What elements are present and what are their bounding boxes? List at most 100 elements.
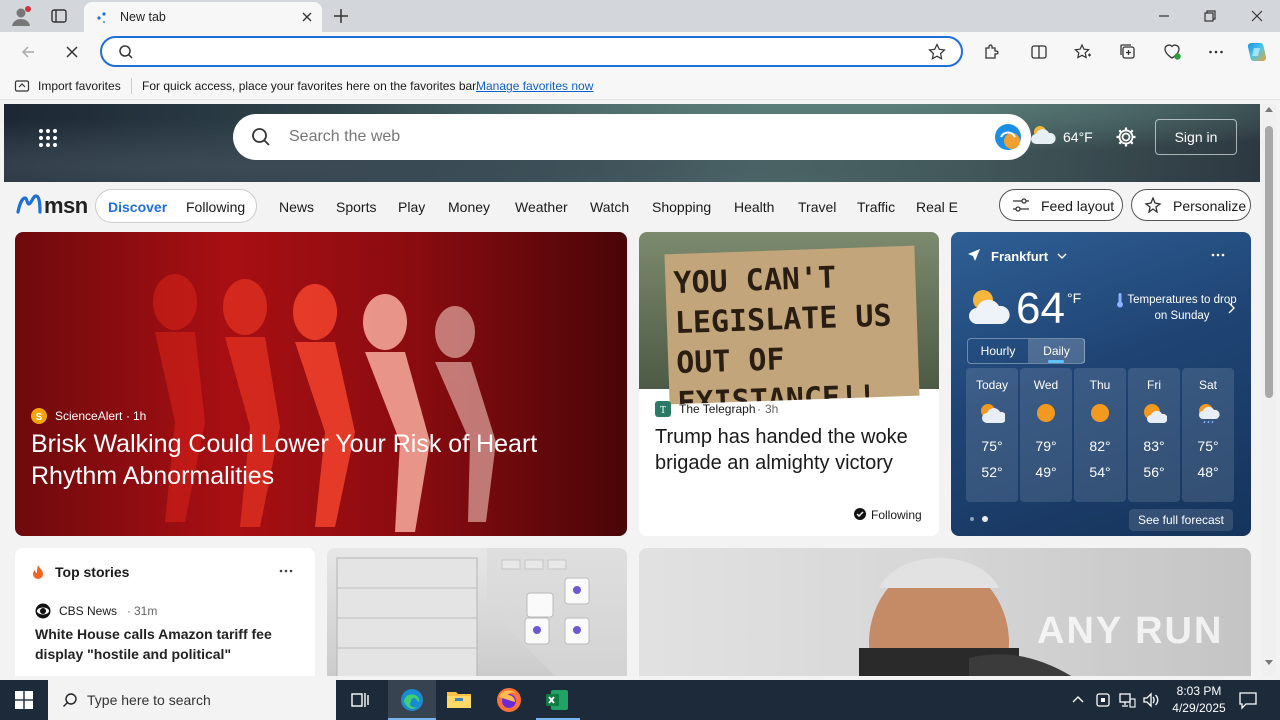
performance-icon[interactable] (1156, 36, 1188, 68)
day-label: Today (975, 378, 1009, 392)
tray-chevron-up-icon[interactable] (1071, 694, 1085, 704)
favorites-icon[interactable] (1067, 36, 1099, 68)
feature-image-card[interactable]: ANY RUN (639, 548, 1251, 676)
favorite-star-icon[interactable] (928, 43, 946, 61)
loading-icon (96, 10, 112, 26)
page-dot-1[interactable] (970, 517, 974, 521)
nav-shopping[interactable]: Shopping (652, 199, 711, 215)
close-tab-icon[interactable] (300, 10, 314, 24)
nav-weather[interactable]: Weather (515, 199, 568, 215)
profile-icon[interactable] (10, 5, 32, 27)
copilot-search-icon[interactable] (993, 122, 1023, 152)
see-full-forecast-button[interactable]: See full forecast (1129, 509, 1233, 531)
defender-icon[interactable] (1095, 691, 1111, 709)
taskbar-date[interactable]: 4/29/2025 (1165, 701, 1233, 715)
page-dot-2[interactable] (982, 516, 988, 522)
extensions-icon[interactable] (975, 36, 1007, 68)
forecast-day-thu[interactable]: Thu 82° 54° (1074, 368, 1126, 502)
nav-watch[interactable]: Watch (590, 199, 629, 215)
nav-news[interactable]: News (279, 199, 314, 215)
forecast-day-today[interactable]: Today 75° 52° (966, 368, 1018, 502)
nav-traffic[interactable]: Traffic (857, 199, 895, 215)
collections-icon[interactable] (1112, 36, 1144, 68)
nav-real-estate[interactable]: Real E (916, 199, 958, 215)
forecast-day-sat[interactable]: Sat 75° 48° (1182, 368, 1234, 502)
web-search-box[interactable]: Search the web (233, 114, 1031, 160)
minimize-icon[interactable] (1156, 9, 1172, 23)
hero-title[interactable]: Brisk Walking Could Lower Your Risk of H… (31, 428, 591, 492)
telegraph-article-card[interactable]: YOU CAN'T LEGISLATE US OUT OF EXISTANCE!… (639, 232, 939, 536)
taskbar-time[interactable]: 8:03 PM (1169, 684, 1229, 698)
weather-card[interactable]: Frankfurt 64 °F Temperatures to drop on … (951, 232, 1251, 536)
tab-actions-icon[interactable] (50, 7, 68, 25)
more-menu-icon[interactable] (1200, 36, 1232, 68)
following-label[interactable]: Following (871, 508, 922, 522)
copilot-icon[interactable] (1241, 36, 1273, 68)
high-temp: 75° (1197, 438, 1219, 454)
nav-travel[interactable]: Travel (798, 199, 836, 215)
sign-in-button[interactable]: Sign in (1155, 119, 1237, 155)
split-screen-icon[interactable] (1023, 36, 1055, 68)
partly-sunny-icon (979, 402, 1005, 424)
network-icon[interactable] (1118, 691, 1136, 709)
taskbar-search-input[interactable]: Type here to search (87, 692, 211, 708)
notifications-icon[interactable] (1238, 690, 1258, 710)
back-icon[interactable] (12, 36, 44, 68)
taskbar-search-box[interactable]: Type here to search (48, 680, 336, 720)
low-temp: 49° (1035, 464, 1057, 480)
firefox-icon[interactable] (496, 687, 522, 713)
weather-city[interactable]: Frankfurt (991, 249, 1048, 264)
volume-icon[interactable] (1142, 691, 1160, 709)
address-bar[interactable] (100, 36, 963, 67)
tab-following[interactable]: Following (186, 199, 245, 215)
import-favorites-button[interactable]: Import favorites (38, 79, 121, 93)
telegraph-title[interactable]: Trump has handed the woke brigade an alm… (655, 424, 930, 476)
restore-icon[interactable] (1202, 9, 1218, 23)
taskbar-excel-app[interactable] (536, 680, 580, 720)
nav-health[interactable]: Health (734, 199, 774, 215)
weather-unit[interactable]: °F (1067, 290, 1081, 306)
tab-discover[interactable]: Discover (108, 199, 167, 215)
settings-gear-icon[interactable] (1115, 126, 1137, 148)
new-tab-icon[interactable] (332, 7, 350, 25)
feed-layout-button[interactable]: Feed layout (999, 189, 1123, 221)
scroll-thumb[interactable] (1265, 126, 1273, 398)
close-window-icon[interactable] (1249, 9, 1265, 23)
forecast-day-fri[interactable]: Fri 83° 56° (1128, 368, 1180, 502)
city-chevron-down-icon[interactable] (1057, 252, 1067, 260)
top-story-headline[interactable]: White House calls Amazon tariff fee disp… (35, 624, 295, 664)
partly-cloudy-icon (965, 284, 1013, 328)
nav-play[interactable]: Play (398, 199, 425, 215)
forecast-day-wed[interactable]: Wed 79° 49° (1020, 368, 1072, 502)
alert-chevron-right-icon[interactable] (1227, 302, 1235, 314)
weather-more-icon[interactable] (1211, 250, 1225, 260)
start-windows-icon[interactable] (15, 691, 33, 709)
nav-sports[interactable]: Sports (336, 199, 376, 215)
taskbar-edge-app[interactable] (388, 680, 436, 720)
nav-money[interactable]: Money (448, 199, 490, 215)
page-scrollbar[interactable] (1262, 104, 1276, 676)
weather-alert[interactable]: Temperatures to drop on Sunday (1127, 292, 1237, 324)
web-search-input[interactable]: Search the web (289, 128, 400, 146)
stop-loading-icon[interactable] (56, 36, 88, 68)
tab-new-tab[interactable]: New tab (84, 2, 322, 32)
manage-favorites-link[interactable]: Manage favorites now (476, 79, 593, 93)
personalize-button[interactable]: Personalize (1131, 189, 1251, 221)
tab-hourly[interactable]: Hourly (968, 339, 1028, 363)
check-circle-icon (854, 508, 866, 520)
high-temp: 83° (1143, 438, 1165, 454)
scroll-up-icon[interactable] (1265, 106, 1273, 112)
msn-logo-icon[interactable] (16, 192, 42, 218)
apps-launcher-icon[interactable] (38, 128, 58, 148)
file-explorer-icon[interactable] (446, 688, 472, 710)
garage-image-card[interactable] (327, 548, 627, 676)
feed-layout-label: Feed layout (1041, 198, 1115, 214)
task-view-icon[interactable] (350, 690, 370, 710)
top-stories-more-icon[interactable] (279, 566, 293, 576)
scroll-down-icon[interactable] (1265, 660, 1273, 666)
active-tab-indicator (1048, 360, 1064, 363)
category-nav: msn Discover Following News Sports Play … (0, 182, 1260, 230)
cbs-age: 31m (134, 604, 158, 618)
header-temperature[interactable]: 64°F (1063, 129, 1093, 145)
hero-article-card[interactable]: S ScienceAlert · 1h Brisk Walking Could … (15, 232, 627, 536)
